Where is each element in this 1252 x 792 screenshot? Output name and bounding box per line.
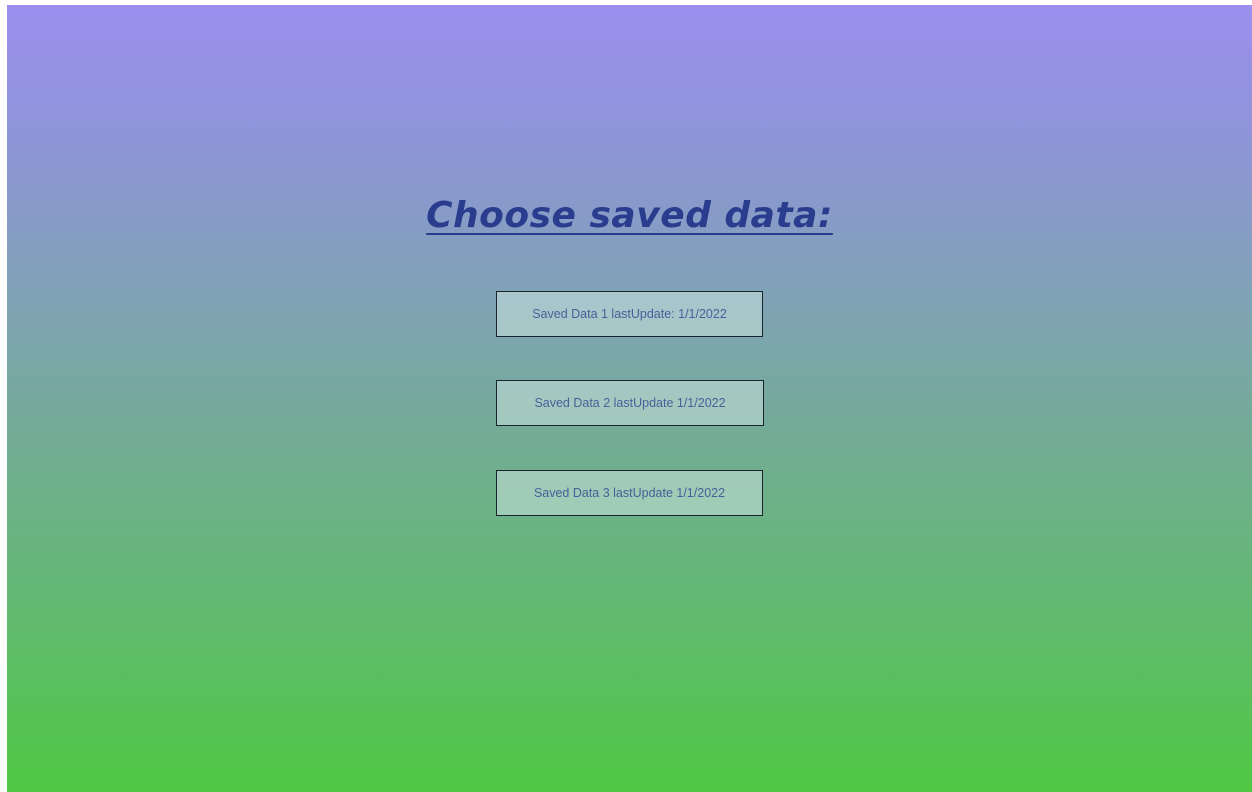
saved-data-3-button[interactable]: Saved Data 3 lastUpdate 1/1/2022 [496, 470, 763, 516]
page-title: Choose saved data: [426, 195, 833, 236]
saved-data-screen: Choose saved data: Saved Data 1 lastUpda… [7, 5, 1252, 792]
saved-data-2-button[interactable]: Saved Data 2 lastUpdate 1/1/2022 [496, 380, 764, 426]
saved-data-1-button[interactable]: Saved Data 1 lastUpdate: 1/1/2022 [496, 291, 763, 337]
